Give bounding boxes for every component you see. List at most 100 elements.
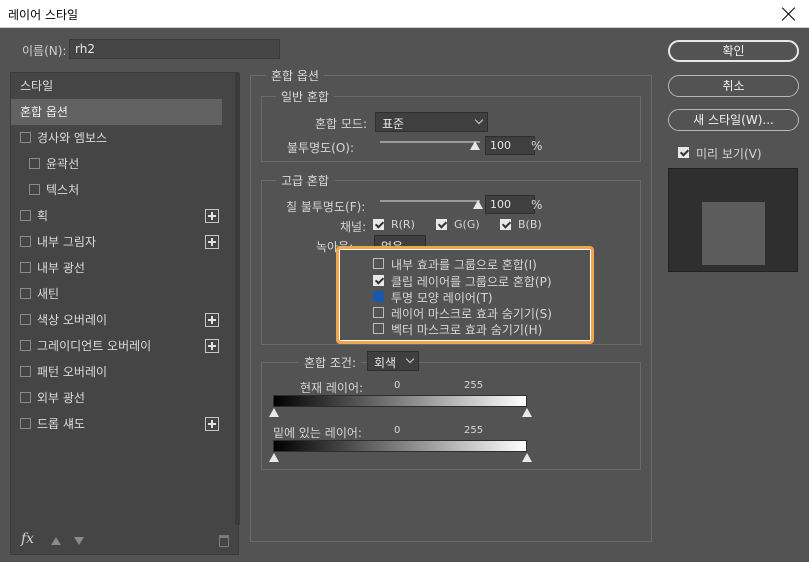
opacity-input[interactable]: 100 [485, 136, 535, 155]
styles-list-panel: 스타일 혼합 옵션 경사와 엠보스 윤곽선 텍스처 획 내부 그림자 내부 광선… [10, 72, 240, 555]
add-icon[interactable] [205, 235, 219, 249]
add-icon[interactable] [205, 313, 219, 327]
vector-mask-hides-label: 벡터 마스크로 효과 숨기기(H) [391, 323, 543, 337]
checkbox[interactable] [20, 262, 31, 273]
checkbox[interactable] [20, 340, 31, 351]
fill-opacity-input[interactable]: 100 [485, 195, 535, 214]
list-item-inner-glow[interactable]: 내부 광선 [11, 255, 222, 281]
opacity-label: 불투명도(O): [287, 141, 355, 155]
fx-icon[interactable]: fx [21, 531, 34, 547]
this-layer-white-slider[interactable] [522, 408, 532, 417]
name-input[interactable]: rh2 [69, 39, 280, 59]
window-title: 레이어 스타일 [8, 8, 79, 22]
add-icon[interactable] [205, 417, 219, 431]
list-item-drop-shadow[interactable]: 드롭 섀도 [11, 411, 222, 437]
list-item-label: 드롭 섀도 [37, 417, 85, 431]
chevron-down-icon [405, 354, 415, 364]
checkbox[interactable] [29, 184, 40, 195]
channels-label: 채널: [340, 220, 367, 234]
list-item-color-overlay[interactable]: 색상 오버레이 [11, 307, 222, 333]
list-item-bevel-emboss[interactable]: 경사와 엠보스 [11, 125, 222, 151]
checkbox[interactable] [20, 236, 31, 247]
underlying-black-slider[interactable] [269, 453, 279, 462]
transparency-shapes-checkbox[interactable] [373, 291, 384, 302]
blend-clipped-label: 클립 레이어를 그룹으로 혼합(P) [391, 275, 552, 289]
underlying-layer-label: 밑에 있는 레이어: [273, 426, 362, 440]
this-layer-black-slider[interactable] [269, 408, 279, 417]
list-item-label: 색상 오버레이 [37, 313, 108, 327]
transparency-shapes-label: 투명 모양 레이어(T) [391, 291, 493, 305]
channel-b-checkbox[interactable] [500, 219, 511, 230]
checkbox[interactable] [20, 366, 31, 377]
channel-g-label: G(G) [454, 218, 480, 231]
list-item-label: 그레이디언트 오버레이 [37, 339, 152, 353]
trash-icon[interactable] [219, 535, 229, 547]
styles-header[interactable]: 스타일 [11, 73, 222, 99]
checkbox[interactable] [20, 210, 31, 221]
opacity-slider-thumb[interactable] [470, 141, 480, 150]
blending-options-title: 혼합 옵션 [266, 67, 324, 84]
close-icon[interactable] [777, 2, 801, 26]
list-item-outer-glow[interactable]: 외부 광선 [11, 385, 222, 411]
checkbox[interactable] [20, 288, 31, 299]
blend-mode-value: 표준 [382, 117, 405, 131]
general-blending-title: 일반 혼합 [276, 88, 334, 105]
channel-g-checkbox[interactable] [436, 219, 447, 230]
move-down-icon[interactable] [74, 537, 84, 545]
checkbox[interactable] [29, 158, 40, 169]
checkbox[interactable] [20, 314, 31, 325]
advanced-blending-title: 고급 혼합 [276, 172, 334, 189]
channel-r-checkbox[interactable] [373, 219, 384, 230]
checkbox[interactable] [20, 392, 31, 403]
underlying-white-slider[interactable] [522, 453, 532, 462]
checkbox[interactable] [20, 418, 31, 429]
new-style-button[interactable]: 새 스타일(W)... [668, 109, 799, 131]
move-up-icon[interactable] [51, 537, 61, 545]
list-item-label: 경사와 엠보스 [37, 131, 108, 145]
list-item-inner-shadow[interactable]: 내부 그림자 [11, 229, 222, 255]
list-item-label: 획 [37, 209, 49, 223]
list-item-satin[interactable]: 새틴 [11, 281, 222, 307]
fill-opacity-unit: % [531, 198, 543, 212]
this-layer-gradient[interactable] [273, 395, 527, 407]
list-item-texture[interactable]: 텍스처 [11, 177, 222, 203]
ok-button[interactable]: 확인 [668, 40, 799, 62]
preview-checkbox[interactable] [678, 147, 689, 158]
add-icon[interactable] [205, 339, 219, 353]
this-layer-min: 0 [394, 380, 401, 391]
preview-label: 미리 보기(V) [696, 147, 762, 161]
list-item-label: 내부 광선 [37, 261, 85, 275]
scrollbar[interactable] [235, 73, 240, 525]
list-item-contour[interactable]: 윤곽선 [11, 151, 222, 177]
chevron-down-icon [474, 115, 484, 125]
fill-opacity-label: 칠 불투명도(F): [286, 200, 366, 214]
list-item-label: 혼합 옵션 [20, 105, 68, 119]
vector-mask-hides-checkbox[interactable] [373, 323, 384, 334]
cancel-button[interactable]: 취소 [668, 75, 799, 97]
list-item-stroke[interactable]: 획 [11, 203, 222, 229]
underlying-layer-max: 255 [464, 425, 484, 436]
list-item-gradient-overlay[interactable]: 그레이디언트 오버레이 [11, 333, 222, 359]
blend-interior-checkbox[interactable] [373, 258, 384, 269]
opacity-slider[interactable] [380, 141, 480, 143]
blend-if-dropdown[interactable]: 회색 [367, 351, 419, 371]
list-item-pattern-overlay[interactable]: 패턴 오버레이 [11, 359, 222, 385]
blend-mode-dropdown[interactable]: 표준 [375, 112, 488, 132]
list-item-label: 스타일 [20, 79, 54, 93]
blend-if-value: 회색 [374, 356, 397, 370]
blend-clipped-checkbox[interactable] [373, 275, 384, 286]
underlying-layer-min: 0 [394, 425, 401, 436]
style-preview [668, 168, 798, 272]
list-item-blending-options[interactable]: 혼합 옵션 [11, 99, 222, 125]
layer-mask-hides-checkbox[interactable] [373, 307, 384, 318]
list-item-label: 텍스처 [46, 183, 80, 197]
add-icon[interactable] [205, 209, 219, 223]
fill-opacity-slider[interactable] [380, 200, 480, 202]
fill-opacity-slider-thumb[interactable] [473, 200, 483, 209]
underlying-layer-gradient[interactable] [273, 440, 527, 452]
name-label: 이름(N): [22, 44, 67, 58]
list-item-label: 패턴 오버레이 [37, 365, 108, 379]
list-item-label: 새틴 [37, 287, 60, 301]
checkbox[interactable] [20, 132, 31, 143]
list-item-label: 윤곽선 [46, 157, 80, 171]
